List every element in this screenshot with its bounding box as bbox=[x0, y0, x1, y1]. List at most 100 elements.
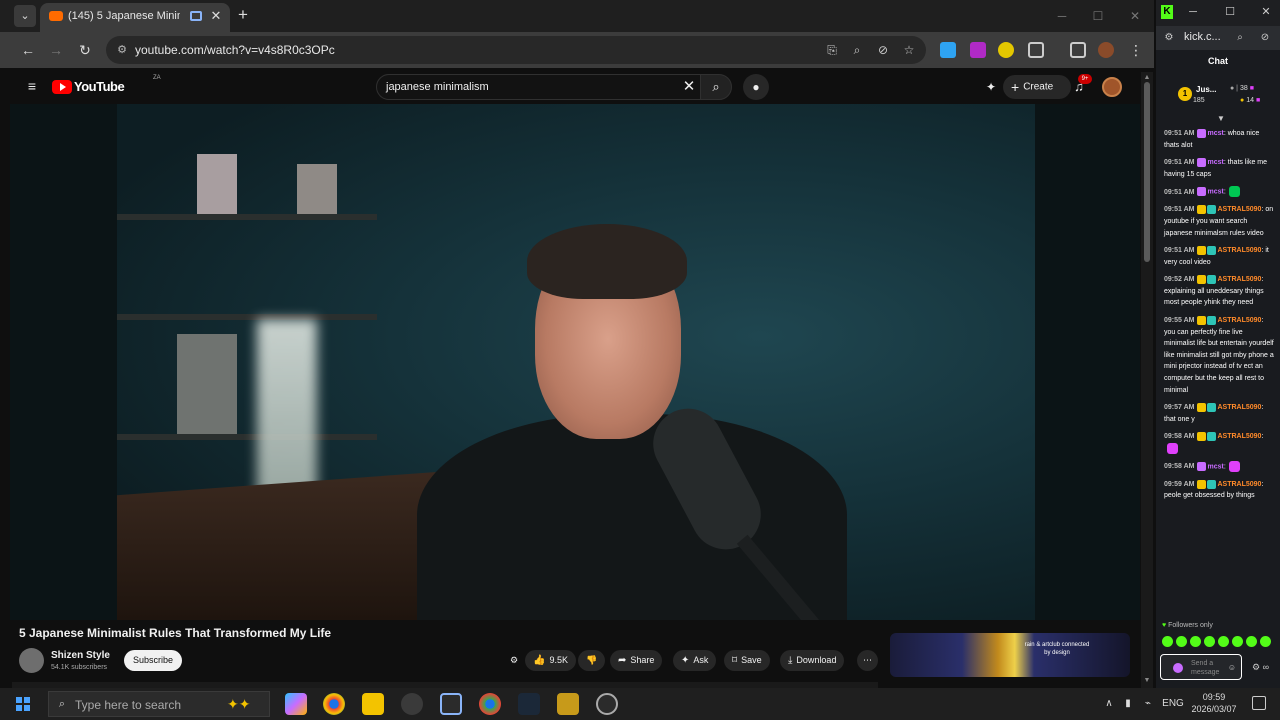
subscribe-button[interactable]: Subscribe bbox=[124, 650, 182, 671]
extension-1-icon[interactable] bbox=[940, 42, 956, 58]
chat-username[interactable]: mcst bbox=[1207, 463, 1223, 470]
chat-username[interactable]: ASTRAL5090 bbox=[1217, 433, 1261, 440]
extension-gear-icon[interactable]: ⚙ bbox=[506, 650, 522, 671]
chat-username[interactable]: ASTRAL5090 bbox=[1217, 247, 1261, 254]
search-clear-icon[interactable]: ✕ bbox=[681, 79, 697, 95]
reload-button[interactable]: ↻ bbox=[75, 40, 95, 60]
tab-search-button[interactable]: ⌄ bbox=[14, 5, 36, 27]
page-scrollbar[interactable]: ▲ ▼ bbox=[1141, 72, 1153, 688]
extension-shortcut-icon[interactable]: ✦ bbox=[982, 78, 1000, 96]
file-explorer-icon[interactable] bbox=[362, 693, 384, 715]
chat-message-list[interactable]: 09:51 AM mcst: whoa nice thats alot 09:51 … bbox=[1164, 128, 1274, 508]
emote[interactable] bbox=[1204, 636, 1215, 647]
kick-close-button[interactable]: ✕ bbox=[1259, 5, 1273, 19]
chat-username[interactable]: ASTRAL5090 bbox=[1217, 481, 1261, 488]
chrome-app-icon[interactable] bbox=[323, 693, 345, 715]
notification-center-icon[interactable] bbox=[1252, 696, 1266, 710]
voice-search-icon[interactable]: ● bbox=[743, 74, 769, 100]
network-icon[interactable]: ⌁ bbox=[1140, 697, 1156, 711]
app-icon[interactable] bbox=[596, 693, 618, 715]
chat-message[interactable]: 09:51 AM mcst: whoa nice thats alot bbox=[1164, 128, 1274, 151]
close-window-button[interactable]: ✕ bbox=[1125, 6, 1145, 26]
hamburger-menu-icon[interactable]: ≡ bbox=[24, 78, 40, 94]
profile-avatar-icon[interactable] bbox=[1098, 42, 1114, 58]
mic-icon[interactable] bbox=[1173, 663, 1183, 673]
address-bar[interactable]: ⚙ youtube.com/watch?v=v4s8R0c3OPc ⎘ ⌕ ⊘ … bbox=[106, 36, 926, 64]
extension-3-icon[interactable] bbox=[998, 42, 1014, 58]
scroll-down-icon[interactable]: ▼ bbox=[1143, 677, 1151, 685]
chat-username[interactable]: ASTRAL5090 bbox=[1217, 276, 1261, 283]
chrome-profile-app-icon[interactable] bbox=[479, 693, 501, 715]
chat-username[interactable]: ASTRAL5090 bbox=[1217, 206, 1261, 213]
extensions-puzzle-icon[interactable] bbox=[1028, 42, 1044, 58]
chat-username[interactable]: mcst bbox=[1207, 159, 1223, 166]
minimize-button[interactable]: ─ bbox=[1052, 6, 1072, 26]
chat-message[interactable]: 09:51 AM mcst: bbox=[1164, 186, 1274, 198]
kick-maximize-button[interactable]: ☐ bbox=[1223, 5, 1237, 19]
zoom-icon[interactable]: ⌕ bbox=[849, 42, 865, 58]
ask-button[interactable]: ✦ Ask bbox=[673, 650, 717, 671]
chat-message[interactable]: 09:55 AM ASTRAL5090: you can perfectly fi… bbox=[1164, 315, 1274, 396]
create-button[interactable]: + Create bbox=[1003, 75, 1071, 99]
copilot-app-icon[interactable] bbox=[285, 693, 307, 715]
related-video-thumbnail[interactable]: rain & artclub connected by design bbox=[890, 633, 1130, 677]
kick-url[interactable]: kick.c... bbox=[1184, 31, 1221, 43]
download-button[interactable]: ⤓ Download bbox=[780, 650, 845, 671]
chat-message[interactable]: 09:58 AM mcst: bbox=[1164, 460, 1274, 473]
media-controls-icon[interactable] bbox=[1070, 42, 1086, 58]
chat-message[interactable]: 09:51 AM mcst: thats like me having 15 ca… bbox=[1164, 157, 1274, 180]
save-button[interactable]: ⌑ Save bbox=[724, 650, 770, 671]
game-app-icon[interactable] bbox=[557, 693, 579, 715]
pinned-leaderboard[interactable]: 1 Jus... ● | 38 ■ 185 ● 14 ■ bbox=[1176, 82, 1280, 108]
video-player[interactable] bbox=[10, 104, 1140, 620]
scrollbar-thumb[interactable] bbox=[1144, 82, 1150, 262]
share-button[interactable]: ➦ Share bbox=[610, 650, 663, 671]
windows-start-icon[interactable] bbox=[16, 697, 30, 711]
mic-tray-icon[interactable]: ▮ bbox=[1122, 697, 1134, 711]
emote[interactable] bbox=[1190, 636, 1201, 647]
emote[interactable] bbox=[1232, 636, 1243, 647]
emote[interactable] bbox=[1260, 636, 1271, 647]
media-playing-icon[interactable] bbox=[190, 11, 202, 21]
chat-message[interactable]: 09:59 AM ASTRAL5090: peole get obsessed b… bbox=[1164, 479, 1274, 502]
more-actions-button[interactable]: ⋯ bbox=[857, 650, 878, 671]
youtube-logo[interactable]: YouTube ZA bbox=[52, 75, 161, 95]
emote-quick-row[interactable] bbox=[1162, 634, 1278, 648]
emote[interactable] bbox=[1176, 636, 1187, 647]
maximize-button[interactable]: ☐ bbox=[1088, 6, 1108, 26]
extension-2-icon[interactable] bbox=[970, 42, 986, 58]
chat-settings-icon[interactable]: ⚙ ∞ bbox=[1252, 660, 1276, 674]
back-button[interactable]: ← bbox=[18, 40, 38, 60]
scroll-up-icon[interactable]: ▲ bbox=[1143, 74, 1151, 82]
account-avatar[interactable] bbox=[1102, 77, 1122, 97]
chat-message[interactable]: 09:57 AM ASTRAL5090: that one y bbox=[1164, 402, 1274, 425]
like-button[interactable]: 👍 9.5K bbox=[525, 650, 576, 671]
kick-minimize-button[interactable]: ─ bbox=[1186, 5, 1200, 19]
new-tab-button[interactable]: + bbox=[234, 5, 252, 25]
steam-app-icon[interactable] bbox=[518, 693, 540, 715]
tracking-blocked-icon[interactable]: ⊘ bbox=[1258, 31, 1272, 45]
chat-username[interactable]: ASTRAL5090 bbox=[1217, 404, 1261, 411]
search-button[interactable]: ⌕ bbox=[700, 74, 732, 100]
site-info-icon[interactable]: ⚙ bbox=[1162, 31, 1176, 45]
related-video-info[interactable] bbox=[890, 677, 1130, 688]
snipping-tool-icon[interactable] bbox=[440, 693, 462, 715]
search-input[interactable]: japanese minimalism ✕ bbox=[376, 74, 706, 100]
site-info-icon[interactable]: ⚙ bbox=[114, 42, 130, 58]
chat-username[interactable]: ASTRAL5090 bbox=[1217, 317, 1261, 324]
chevron-down-icon[interactable]: ▼ bbox=[1216, 115, 1226, 123]
zoom-icon[interactable]: ⌕ bbox=[1233, 31, 1247, 45]
chat-username[interactable]: mcst bbox=[1207, 189, 1223, 196]
tray-expand-icon[interactable]: ∧ bbox=[1103, 697, 1115, 711]
chat-message-input[interactable]: Send a message ☺ bbox=[1160, 654, 1242, 680]
channel-avatar[interactable] bbox=[19, 648, 44, 673]
menu-dots-icon[interactable]: ⋮ bbox=[1126, 40, 1146, 60]
emote[interactable] bbox=[1246, 636, 1257, 647]
dislike-button[interactable]: 👎 bbox=[578, 650, 606, 671]
emote[interactable] bbox=[1218, 636, 1229, 647]
taskbar-search[interactable]: ⌕ Type here to search ✦✦ bbox=[48, 691, 270, 717]
language-indicator[interactable]: ENG bbox=[1159, 697, 1187, 711]
tab-close-icon[interactable]: ✕ bbox=[208, 8, 224, 24]
emote[interactable] bbox=[1162, 636, 1173, 647]
chat-message[interactable]: 09:51 AM ASTRAL5090: on youtube if you wa… bbox=[1164, 204, 1274, 239]
